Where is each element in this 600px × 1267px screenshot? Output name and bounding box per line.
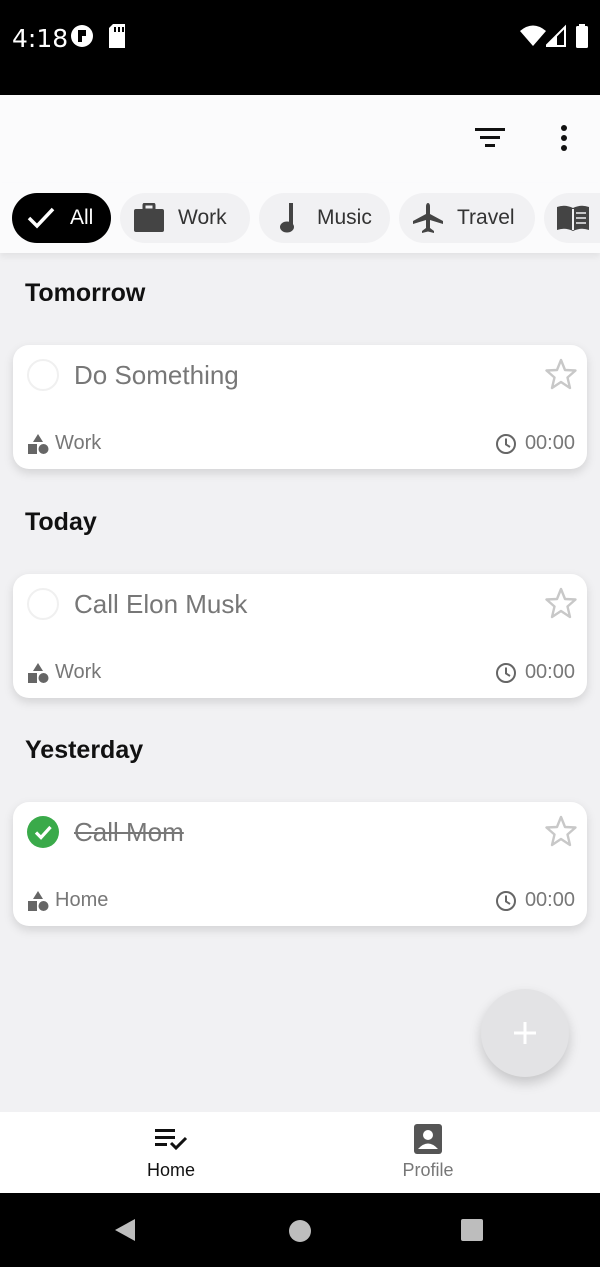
- category-icon: [28, 890, 49, 911]
- task-category-label: Work: [55, 661, 102, 683]
- nav-item-profile[interactable]: Profile: [348, 1122, 508, 1181]
- music-note-icon: [271, 201, 305, 235]
- filter-chip-label: Travel: [457, 206, 515, 229]
- briefcase-icon: [132, 201, 166, 235]
- battery-icon: [576, 24, 588, 53]
- check-icon: [24, 201, 58, 235]
- task-title: Call Mom: [74, 817, 184, 847]
- star-icon[interactable]: [545, 358, 577, 390]
- filter-chip-all[interactable]: All: [12, 193, 111, 243]
- app-bar: [0, 95, 600, 183]
- book-icon: [556, 201, 590, 235]
- nav-label-home: Home: [146, 1160, 195, 1180]
- task-card[interactable]: Do Something Work 00:00: [13, 345, 587, 469]
- nav-label-profile: Profile: [402, 1160, 454, 1180]
- section-title-yesterday: Yesterday: [25, 736, 144, 764]
- wifi-icon: [520, 24, 546, 53]
- section-title-tomorrow: Tomorrow: [25, 279, 146, 307]
- filter-chip-label: Work: [178, 206, 227, 229]
- check-circle-icon: [34, 825, 52, 840]
- category-icon: [28, 433, 49, 454]
- task-time: 00:00: [495, 661, 575, 684]
- filter-chip-work[interactable]: Work: [120, 193, 250, 243]
- filter-chip-label: Music: [317, 206, 372, 229]
- task-card[interactable]: Call Mom Home 00:00: [13, 802, 587, 926]
- task-time-label: 00:00: [524, 432, 575, 454]
- task-category-label: Work: [55, 432, 102, 454]
- filter-icon: [475, 128, 505, 147]
- task-card[interactable]: Call Elon Musk Work 00:00: [13, 574, 587, 698]
- plus-icon: [514, 1022, 536, 1044]
- task-title: Do Something: [74, 360, 239, 390]
- status-time: 4:18: [12, 24, 69, 53]
- section-title-today: Today: [25, 508, 97, 536]
- bottom-navigation: Home Profile: [0, 1112, 600, 1193]
- task-time-label: 00:00: [524, 661, 575, 683]
- home-circle-icon[interactable]: [288, 1219, 312, 1248]
- filter-chip-music[interactable]: Music: [259, 193, 390, 243]
- task-title: Call Elon Musk: [74, 589, 248, 619]
- task-checkbox[interactable]: [27, 588, 59, 620]
- sd-card-icon: [108, 24, 126, 53]
- airplane-icon: [411, 201, 445, 235]
- task-category: Work: [27, 661, 101, 684]
- status-bar: 4:18: [0, 0, 600, 95]
- app-notification-icon: [70, 24, 94, 53]
- task-category: Work: [27, 432, 101, 455]
- filter-chip-label: All: [70, 206, 94, 229]
- more-vert-icon: [561, 125, 567, 151]
- task-time-label: 00:00: [524, 889, 575, 911]
- clock-icon: [495, 433, 516, 454]
- task-time: 00:00: [495, 432, 575, 455]
- nav-item-home[interactable]: Home: [91, 1122, 251, 1181]
- system-navigation-bar: [0, 1193, 600, 1267]
- filter-chip-book[interactable]: [544, 193, 600, 243]
- category-icon: [28, 662, 49, 683]
- task-category-label: Home: [55, 889, 109, 911]
- cell-signal-icon: [543, 24, 566, 53]
- back-icon[interactable]: [113, 1218, 137, 1247]
- task-checkbox[interactable]: [27, 359, 59, 391]
- category-filter-bar: All Work Music Travel: [0, 183, 600, 253]
- more-options-button[interactable]: [540, 114, 588, 162]
- star-icon[interactable]: [545, 815, 577, 847]
- filter-chip-travel[interactable]: Travel: [399, 193, 535, 243]
- recents-icon[interactable]: [461, 1219, 483, 1246]
- clock-icon: [495, 662, 516, 683]
- playlist-check-icon: [154, 1122, 188, 1156]
- filter-button[interactable]: [466, 114, 514, 162]
- star-icon[interactable]: [545, 587, 577, 619]
- clock-icon: [495, 890, 516, 911]
- task-checkbox-checked[interactable]: [27, 816, 59, 848]
- add-task-button[interactable]: [481, 989, 569, 1077]
- task-time: 00:00: [495, 889, 575, 912]
- task-category: Home: [27, 889, 108, 912]
- account-box-icon: [411, 1122, 445, 1156]
